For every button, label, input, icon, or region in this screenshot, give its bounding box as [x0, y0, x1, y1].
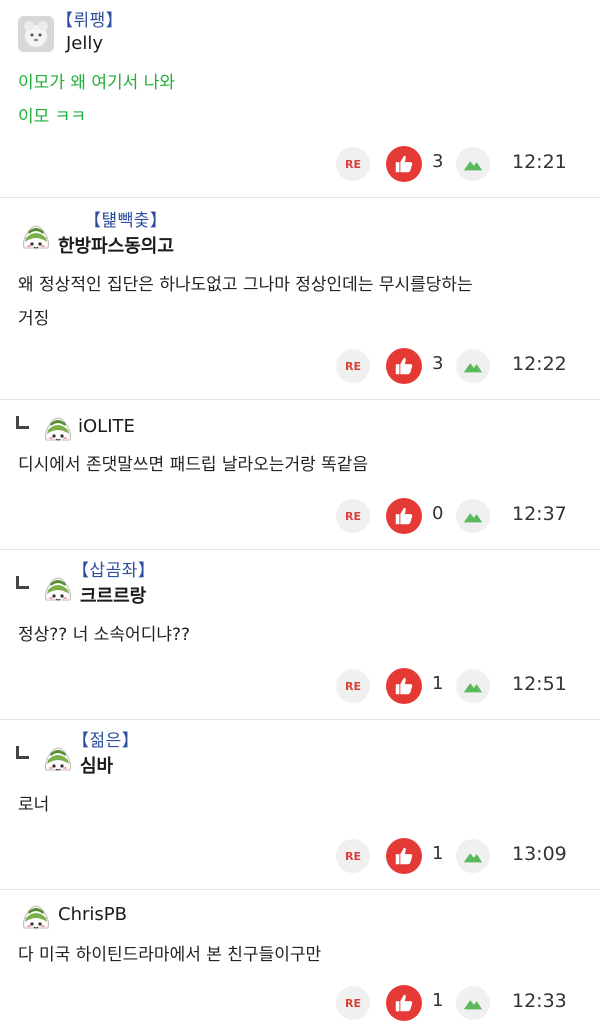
nickname[interactable]: ChrisPB — [58, 904, 127, 925]
thumbs-up-icon — [393, 845, 415, 867]
mountain-button[interactable] — [456, 499, 490, 533]
avatar-icon — [18, 16, 54, 52]
reply-arrow-icon — [16, 576, 29, 589]
comment-line: 디시에서 존댓말쓰면 패드립 날라오는거랑 똑같음 — [18, 455, 369, 475]
like-count: 1 — [432, 843, 444, 864]
mountain-button[interactable] — [456, 147, 490, 181]
nickname[interactable]: 크르르랑 — [80, 582, 146, 608]
comment-reply: 【삽곰좌】 크르르랑 정상?? 너 소속어디냐?? RE 1 12:51 — [0, 550, 600, 720]
comment-reply: iOLITE 디시에서 존댓말쓰면 패드립 날라오는거랑 똑같음 RE 0 12… — [0, 400, 600, 550]
like-count: 1 — [432, 990, 444, 1011]
avatar-icon — [18, 898, 54, 934]
reply-button[interactable]: RE — [336, 669, 370, 703]
thumbs-up-icon — [393, 675, 415, 697]
reply-button[interactable]: RE — [336, 147, 370, 181]
comment-actions: RE 1 13:09 — [0, 838, 600, 875]
comment-line: 이모가 왜 여기서 나와 — [18, 73, 175, 93]
mountain-button[interactable] — [456, 349, 490, 383]
like-button[interactable] — [386, 985, 422, 1021]
reply-arrow-icon — [16, 416, 29, 429]
nickname[interactable]: 심바 — [80, 752, 113, 778]
comment: ChrisPB 다 미국 하이틴드라마에서 본 친구들이구만 RE 1 12:3… — [0, 890, 600, 1036]
reply-arrow-icon — [16, 746, 29, 759]
nickname[interactable]: iOLITE — [78, 416, 135, 437]
like-count: 3 — [432, 353, 444, 374]
timestamp: 12:21 — [512, 151, 567, 173]
comment-line: 이모 ㅋㅋ — [18, 107, 86, 127]
mountain-icon — [462, 355, 484, 377]
comment-actions: RE 3 12:21 — [0, 146, 600, 183]
mountain-icon — [462, 845, 484, 867]
reply-button[interactable]: RE — [336, 839, 370, 873]
thumbs-up-icon — [393, 355, 415, 377]
reply-button[interactable]: RE — [336, 349, 370, 383]
avatar[interactable] — [40, 410, 76, 446]
avatar[interactable] — [18, 16, 54, 52]
mountain-icon — [462, 675, 484, 697]
thumbs-up-icon — [393, 505, 415, 527]
avatar-icon — [40, 570, 76, 606]
comment-text: 이모가 왜 여기서 나와 이모 ㅋㅋ — [18, 66, 574, 134]
comment: 【턡빽춫】 한방파스동의고 왜 정상적인 집단은 하나도없고 그나마 정상인데는… — [0, 198, 600, 400]
comment-text: 왜 정상적인 집단은 하나도없고 그나마 정상인데는 무시를당하는 거징 — [18, 268, 574, 336]
mountain-button[interactable] — [456, 839, 490, 873]
avatar[interactable] — [18, 898, 54, 934]
comment-text: 정상?? 너 소속어디냐?? — [18, 618, 574, 652]
reply-button[interactable]: RE — [336, 986, 370, 1020]
mountain-icon — [462, 153, 484, 175]
comment-text: 로너 — [18, 788, 574, 822]
timestamp: 12:51 — [512, 673, 567, 695]
comment-actions: RE 1 12:51 — [0, 668, 600, 705]
comment-text: 디시에서 존댓말쓰면 패드립 날라오는거랑 똑같음 — [18, 448, 574, 482]
comment-line: 로너 — [18, 795, 50, 815]
guild-tag[interactable]: 【뤼팽】 — [56, 6, 123, 31]
avatar[interactable] — [40, 570, 76, 606]
like-button[interactable] — [386, 348, 422, 384]
avatar-icon — [40, 740, 76, 776]
like-button[interactable] — [386, 668, 422, 704]
comment: 【뤼팽】 Jelly 이모가 왜 여기서 나와 이모 ㅋㅋ RE 3 12:21 — [0, 0, 600, 198]
avatar-icon — [40, 410, 76, 446]
like-count: 3 — [432, 151, 444, 172]
mountain-button[interactable] — [456, 986, 490, 1020]
thumbs-up-icon — [393, 153, 415, 175]
like-button[interactable] — [386, 838, 422, 874]
comment-actions: RE 1 12:33 — [0, 985, 600, 1022]
like-count: 0 — [432, 503, 444, 524]
timestamp: 12:22 — [512, 353, 567, 375]
guild-tag[interactable]: 【턡빽춫】 — [84, 206, 167, 231]
comment-actions: RE 0 12:37 — [0, 498, 600, 535]
comment-line: 정상?? 너 소속어디냐?? — [18, 625, 191, 645]
comment-line: 다 미국 하이틴드라마에서 본 친구들이구만 — [18, 945, 322, 965]
comment-actions: RE 3 12:22 — [0, 348, 600, 385]
guild-tag[interactable]: 【삽곰좌】 — [72, 556, 155, 581]
comment-line: 거징 — [18, 309, 50, 329]
avatar[interactable] — [18, 218, 54, 254]
mountain-icon — [462, 992, 484, 1014]
like-button[interactable] — [386, 498, 422, 534]
avatar[interactable] — [40, 740, 76, 776]
nickname[interactable]: 한방파스동의고 — [58, 232, 174, 258]
reply-button[interactable]: RE — [336, 499, 370, 533]
like-button[interactable] — [386, 146, 422, 182]
mountain-icon — [462, 505, 484, 527]
comment-line: 왜 정상적인 집단은 하나도없고 그나마 정상인데는 무시를당하는 — [18, 275, 473, 295]
thumbs-up-icon — [393, 992, 415, 1014]
comment-reply: 【젊은】 심바 로너 RE 1 13:09 — [0, 720, 600, 890]
like-count: 1 — [432, 673, 444, 694]
timestamp: 12:37 — [512, 503, 567, 525]
comment-text: 다 미국 하이틴드라마에서 본 친구들이구만 — [18, 938, 574, 972]
timestamp: 13:09 — [512, 843, 567, 865]
timestamp: 12:33 — [512, 990, 567, 1012]
nickname[interactable]: Jelly — [66, 33, 103, 54]
guild-tag[interactable]: 【젊은】 — [72, 726, 139, 751]
mountain-button[interactable] — [456, 669, 490, 703]
avatar-icon — [18, 218, 54, 254]
